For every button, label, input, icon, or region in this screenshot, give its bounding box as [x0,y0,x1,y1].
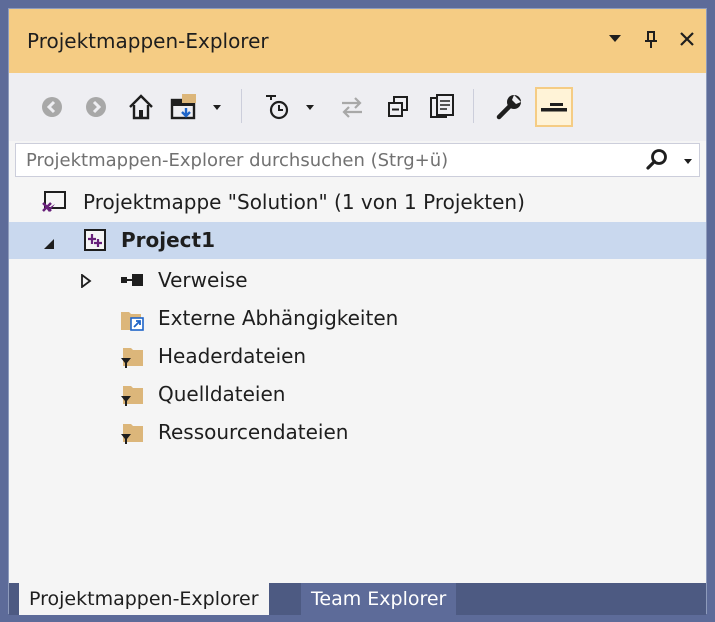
solution-explorer-window: Projektmappen-Explorer Projektmappen-Exp… [8,8,707,615]
forward-icon [86,97,106,117]
preview-icon [541,103,567,112]
tree-item-project[interactable]: Project1 [9,222,706,259]
show-all-files-button[interactable] [425,87,459,127]
tab-team-explorer[interactable]: Team Explorer [301,583,457,615]
title-controls [604,27,698,51]
switch-views-button[interactable] [167,87,225,127]
filter-folder-icon [119,382,145,412]
tree-item-resource-files[interactable]: Ressourcendateien [9,414,706,451]
tree-item-solution[interactable]: Projektmappe "Solution" (1 von 1 Projekt… [9,184,706,221]
external-dependencies-icon [119,306,145,336]
filter-folder-icon [119,420,145,450]
switch-views-icon [170,94,221,120]
collapse-all-icon [388,96,408,117]
collapse-all-button[interactable] [381,87,415,127]
tree-item-label: Quelldateien [158,382,286,406]
window-menu-dropdown-icon[interactable] [604,27,626,51]
sync-with-active-document-button[interactable] [335,87,369,127]
panel-tabs: Projektmappen-Explorer Team Explorer [9,583,706,615]
tree-item-header-files[interactable]: Headerdateien [9,338,706,375]
solution-label: Projektmappe "Solution" (1 von 1 Projekt… [83,190,525,214]
show-all-files-icon [430,94,454,118]
collapse-arrow-icon[interactable] [43,235,55,254]
project-label: Project1 [121,228,216,252]
tree-item-label: Verweise [158,268,248,292]
back-button[interactable] [35,87,69,127]
references-icon [119,271,145,293]
properties-button[interactable] [491,87,527,127]
cpp-project-icon [83,228,107,256]
tab-solution-explorer[interactable]: Projektmappen-Explorer [19,583,269,615]
search-box [15,143,700,177]
properties-icon [496,95,521,120]
tree-item-references[interactable]: Verweise [9,262,706,299]
search-icon[interactable] [645,148,669,176]
window-title: Projektmappen-Explorer [27,29,269,53]
tree-item-label: Externe Abhängigkeiten [158,306,399,330]
tree-item-label: Headerdateien [158,344,307,368]
filter-folder-icon [119,344,145,374]
search-options-dropdown-icon[interactable] [683,153,693,172]
close-icon[interactable] [676,27,698,51]
home-button[interactable] [123,87,159,127]
toolbar [9,73,706,141]
sync-icon [342,97,362,118]
search-input[interactable] [16,149,636,171]
pending-changes-filter-icon [266,95,314,120]
home-icon [129,94,153,120]
solution-icon [41,190,67,218]
solution-tree: Projektmappe "Solution" (1 von 1 Projekt… [9,179,706,583]
tree-item-label: Ressourcendateien [158,420,349,444]
pin-icon[interactable] [640,27,662,51]
pending-changes-filter-button[interactable] [261,87,323,127]
forward-button[interactable] [79,87,113,127]
tree-item-external-dependencies[interactable]: Externe Abhängigkeiten [9,300,706,337]
back-icon [42,97,62,117]
expand-arrow-icon[interactable] [80,273,92,292]
preview-selected-items-button[interactable] [535,87,573,127]
title-bar[interactable]: Projektmappen-Explorer [9,9,706,73]
tree-item-source-files[interactable]: Quelldateien [9,376,706,413]
